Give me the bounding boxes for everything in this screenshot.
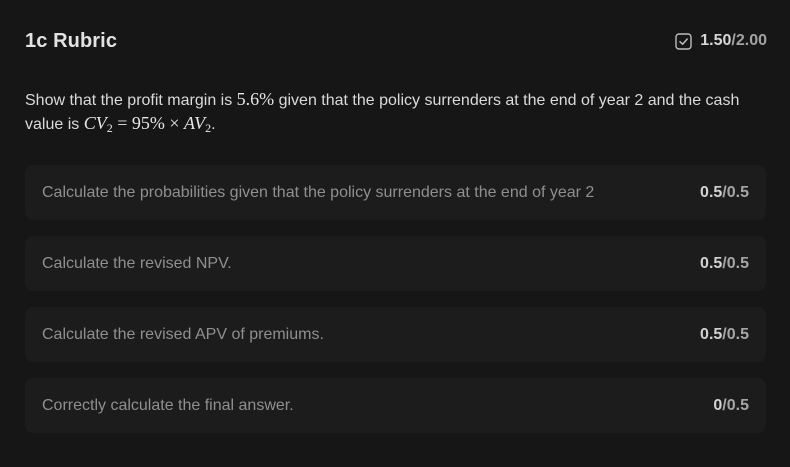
criterion-score: 0.5/0.5 xyxy=(700,255,749,273)
criterion-score: 0.5/0.5 xyxy=(700,184,749,202)
total-score-max: 2.00 xyxy=(735,32,767,49)
criterion-label: Calculate the revised NPV. xyxy=(42,254,232,272)
math-av: AV xyxy=(184,113,206,133)
prompt-math-cash-value: CV2 = 95% × AV2 xyxy=(83,113,211,134)
checkbox-check-icon xyxy=(675,32,692,50)
criterion-score-max: 0.5 xyxy=(726,396,749,414)
rubric-prompt: Show that the profit margin is 5.6% give… xyxy=(25,88,755,136)
rubric-panel: 1c Rubric 1.50/2.00 Show that the profit… xyxy=(0,0,790,467)
criterion-item: Calculate the revised NPV. 0.5/0.5 xyxy=(25,236,766,291)
criterion-score: 0/0.5 xyxy=(713,397,749,415)
criterion-label: Calculate the revised APV of premiums. xyxy=(42,325,324,343)
criterion-score-max: 0.5 xyxy=(726,325,749,343)
criterion-score: 0.5/0.5 xyxy=(700,326,749,344)
prompt-text-3: . xyxy=(211,116,216,133)
criterion-score-earned: 0.5 xyxy=(700,254,723,272)
criterion-score-max: 0.5 xyxy=(726,254,749,272)
rubric-title: 1c Rubric xyxy=(25,29,118,52)
math-equals-percent: = 95% × xyxy=(112,113,185,133)
total-score: 1.50/2.00 xyxy=(700,32,767,50)
criterion-item: Calculate the revised APV of premiums. 0… xyxy=(25,307,766,362)
criterion-score-earned: 0.5 xyxy=(700,183,723,201)
prompt-text-1: Show that the profit margin is xyxy=(25,92,237,109)
criterion-score-max: 0.5 xyxy=(726,183,749,201)
criterion-label: Calculate the probabilities given that t… xyxy=(42,183,595,201)
criterion-item: Calculate the probabilities given that t… xyxy=(25,165,766,220)
total-score-badge: 1.50/2.00 xyxy=(675,32,767,50)
criterion-label: Correctly calculate the final answer. xyxy=(42,396,294,414)
criterion-score-earned: 0 xyxy=(713,396,723,414)
math-cv: CV xyxy=(83,113,107,133)
criterion-item: Correctly calculate the final answer. 0/… xyxy=(25,378,766,433)
criterion-score-earned: 0.5 xyxy=(700,325,723,343)
total-score-earned: 1.50 xyxy=(700,32,732,49)
rubric-header: 1c Rubric 1.50/2.00 xyxy=(25,27,767,55)
criteria-list: Calculate the probabilities given that t… xyxy=(25,165,766,449)
prompt-math-margin: 5.6% xyxy=(236,89,275,109)
